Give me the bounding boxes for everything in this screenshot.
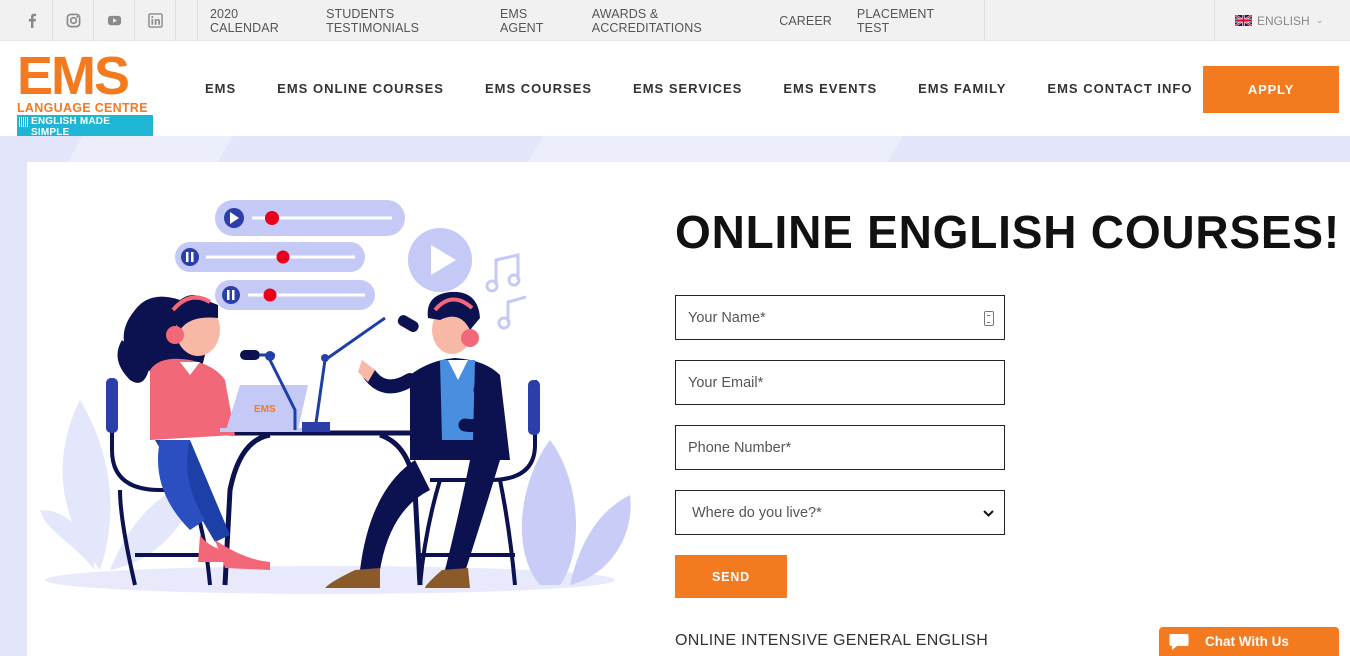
chevron-down-icon: ⌄ [1315,15,1324,25]
name-input[interactable] [688,309,968,326]
phone-input[interactable] [688,439,968,456]
main-nav: EMS EMS ONLINE COURSES EMS COURSES EMS S… [205,41,1233,136]
send-button[interactable]: SEND [675,555,787,598]
contact-card-icon [984,311,994,326]
social-links [12,0,176,41]
top-link-testimonials[interactable]: STUDENTS TESTIMONIALS [326,7,475,35]
instagram-icon[interactable] [53,0,94,41]
top-link-calendar[interactable]: 2020 CALENDAR [210,7,301,35]
logo-brand: EMS [17,46,130,106]
top-bar: 2020 CALENDAR STUDENTS TESTIMONIALS EMS … [0,0,1350,41]
location-select-value: Where do you live?* [692,504,822,521]
laptop-badge: EMS [254,404,276,415]
nav-item-courses[interactable]: EMS COURSES [485,81,592,96]
page-title: ONLINE ENGLISH COURSES! [675,206,1341,258]
apply-button[interactable]: APPLY [1203,66,1339,113]
nav-item-contact-info[interactable]: EMS CONTACT INFO [1047,81,1192,96]
nav-item-events[interactable]: EMS EVENTS [783,81,877,96]
chat-label: Chat With Us [1205,634,1289,649]
top-link-career[interactable]: CAREER [779,14,832,28]
logo-line1: LANGUAGE CENTRE [17,101,148,115]
nav-item-services[interactable]: EMS SERVICES [633,81,742,96]
uk-flag-icon [1234,14,1253,27]
location-select[interactable]: Where do you live?* [675,490,1005,535]
top-links: 2020 CALENDAR STUDENTS TESTIMONIALS EMS … [197,0,985,41]
email-field-wrapper [675,360,1005,405]
language-selector[interactable]: ENGLISH ⌄ [1214,0,1350,41]
chat-widget-button[interactable]: Chat With Us [1159,627,1339,656]
chevron-down-icon [983,506,994,520]
facebook-icon[interactable] [12,0,53,41]
podcast-illustration: EMS [40,200,631,594]
top-link-awards[interactable]: AWARDS & ACCREDITATIONS [592,7,754,35]
linkedin-icon[interactable] [135,0,176,41]
language-label: ENGLISH [1257,13,1310,28]
phone-field-wrapper [675,425,1005,470]
main-header: EMS LANGUAGE CENTRE ENGLISH MADE SIMPLE … [0,41,1350,139]
name-field-wrapper [675,295,1005,340]
top-link-agent[interactable]: EMS AGENT [500,7,567,35]
nav-item-ems[interactable]: EMS [205,81,236,96]
nav-item-family[interactable]: EMS FAMILY [918,81,1006,96]
email-input[interactable] [688,374,968,391]
course-subtitle: ONLINE INTENSIVE GENERAL ENGLISH [675,632,989,649]
youtube-icon[interactable] [94,0,135,41]
top-link-placement-test[interactable]: PLACEMENT TEST [857,7,959,35]
nav-item-online-courses[interactable]: EMS ONLINE COURSES [277,81,444,96]
chat-bubble-icon [1169,633,1189,650]
ems-logo[interactable]: EMS LANGUAGE CENTRE ENGLISH MADE SIMPLE [17,46,153,139]
